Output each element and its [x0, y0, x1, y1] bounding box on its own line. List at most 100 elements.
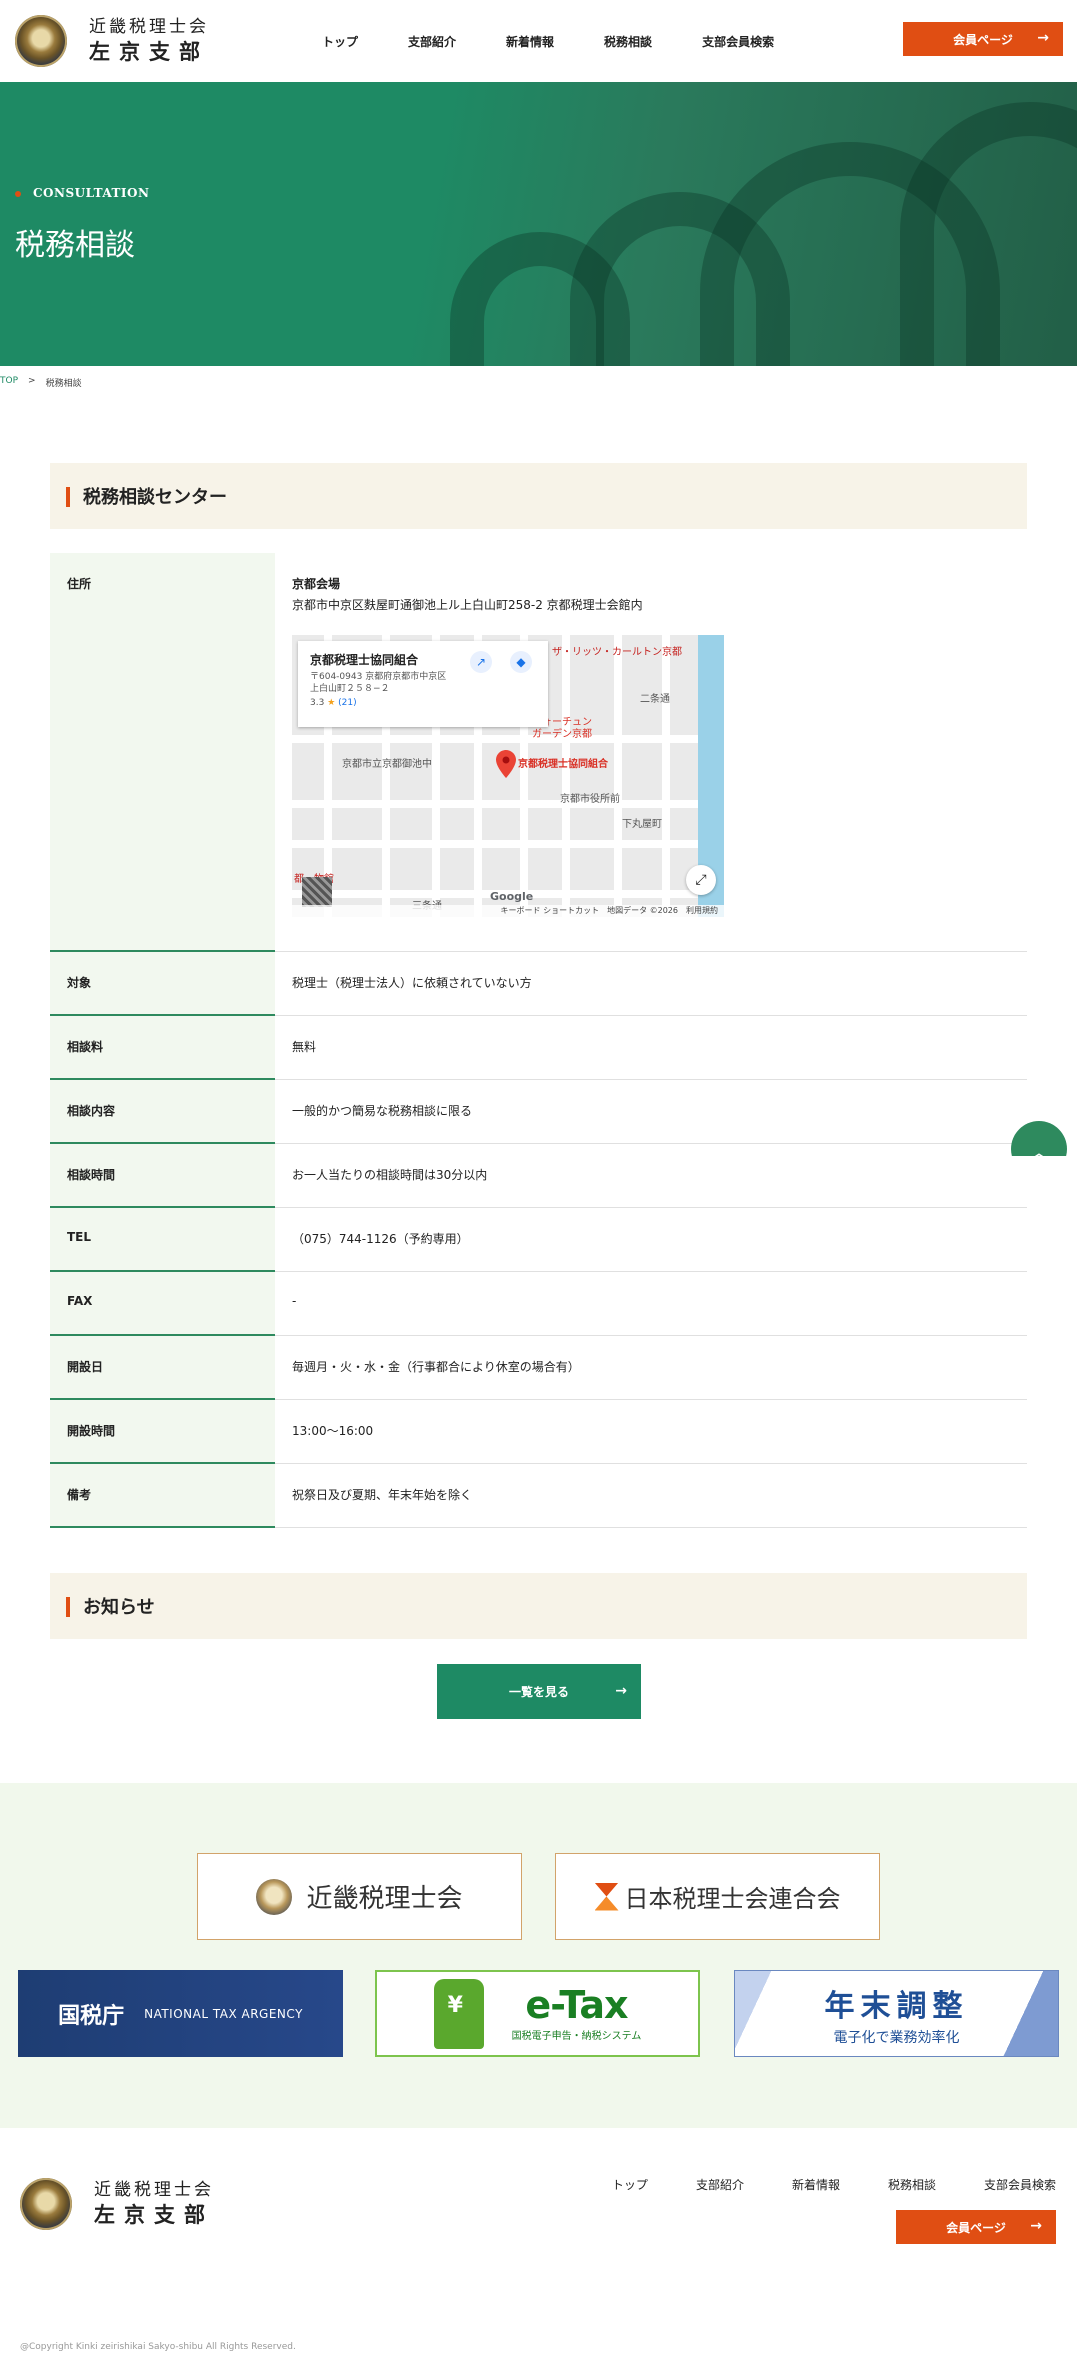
- banner-label: 国税庁: [58, 2003, 125, 2029]
- place-rating: 3.3 ★ (21): [310, 698, 357, 709]
- map-road: [292, 735, 724, 743]
- banner-nichizeiren[interactable]: 日本税理士会連合会: [555, 1853, 880, 1940]
- logo-line1: 近畿税理士会: [89, 17, 209, 38]
- footer-member-page-button[interactable]: 会員ページ →: [896, 2210, 1056, 2244]
- banner-nenmatsu-chosei[interactable]: 年末調整 電子化で業務効率化: [734, 1970, 1059, 2057]
- link-banners: 近畿税理士会 日本税理士会連合会 国税庁 NATIONAL TAX ARGENC…: [0, 1783, 1077, 2128]
- row-value: 税理士（税理士法人）に依頼されていない方: [275, 951, 1027, 1016]
- logo-line2: 左京支部: [89, 38, 209, 64]
- map-label: ガーデン京都: [532, 729, 592, 740]
- google-map[interactable]: ザ・リッツ・カールトン京都 二条通 フォーチュン ガーデン京都 京都市立京都御池…: [292, 635, 724, 917]
- page-hero: CONSULTATION 税務相談: [0, 82, 1077, 366]
- star-icon: ★: [327, 698, 336, 709]
- table-row: 相談時間 お一人当たりの相談時間は30分以内: [50, 1143, 1027, 1208]
- table-row: 住所 京都会場 京都市中京区麩屋町通御池上ル上白山町258-2 京都税理士会館内…: [50, 553, 1027, 952]
- breadcrumb-current: 税務相談: [45, 379, 82, 389]
- dot-icon: [15, 190, 21, 197]
- nav-consultation[interactable]: 税務相談: [604, 33, 652, 50]
- emblem-icon: [20, 2178, 72, 2230]
- emblem-icon: [15, 15, 67, 67]
- nav-news[interactable]: 新着情報: [506, 33, 554, 50]
- view-all-label: 一覧を見る: [508, 1685, 569, 1699]
- logo-text: 近畿税理士会 左京支部: [94, 2180, 214, 2228]
- map-place-card: 京都税理士協同組合 〒604-0943 京都府京都市中京区 上白山町２５８−２ …: [298, 641, 548, 727]
- member-page-label: 会員ページ: [953, 32, 1013, 47]
- map-road: [614, 635, 622, 917]
- map-footer[interactable]: キーボード ショートカット 地図データ ©2026 利用規約: [292, 905, 724, 917]
- footer-nav: トップ 支部紹介 新着情報 税務相談 支部会員検索: [564, 2176, 1056, 2193]
- place-address: 〒604-0943 京都府京都市中京区 上白山町２５８−２: [310, 672, 447, 695]
- nav-member-search[interactable]: 支部会員検索: [702, 33, 774, 50]
- map-label: 京都市立京都御池中: [342, 759, 432, 770]
- banner-kinki-zeirishikai[interactable]: 近畿税理士会: [197, 1853, 522, 1940]
- banner-etax[interactable]: e-Tax 国税電子申告・納税システム: [375, 1970, 700, 2057]
- row-value: -: [275, 1271, 1027, 1336]
- hero-subtitle: CONSULTATION: [15, 186, 149, 200]
- table-row: 対象 税理士（税理士法人）に依頼されていない方: [50, 951, 1027, 1016]
- row-label: 相談時間: [50, 1143, 275, 1208]
- banner-sublabel: 国税電子申告・納税システム: [511, 2030, 642, 2042]
- venue-name: 京都会場: [292, 577, 341, 591]
- footer-nav-member-search[interactable]: 支部会員検索: [984, 2176, 1056, 2193]
- breadcrumb-top[interactable]: TOP: [0, 376, 18, 389]
- member-page-label: 会員ページ: [946, 2220, 1006, 2235]
- banner-nta[interactable]: 国税庁 NATIONAL TAX ARGENCY: [18, 1970, 343, 2057]
- map-label: 二条通: [640, 694, 670, 705]
- row-value: 一般的かつ簡易な税務相談に限る: [275, 1079, 1027, 1144]
- table-row: 開設時間 13:00〜16:00: [50, 1399, 1027, 1464]
- map-label: 下丸屋町: [622, 819, 662, 830]
- arrow-right-icon: →: [1037, 30, 1049, 46]
- banner-sublabel: 電子化で業務効率化: [833, 2029, 960, 2046]
- map-road: [292, 840, 724, 848]
- nichizeiren-logo-icon: [594, 1882, 619, 1911]
- directions-icon[interactable]: ◆: [510, 651, 532, 673]
- place-name: 京都税理士協同組合: [310, 653, 419, 667]
- table-row: FAX -: [50, 1271, 1027, 1336]
- reviews-link[interactable]: (21): [338, 698, 356, 708]
- row-label: 開設日: [50, 1335, 275, 1400]
- site-logo[interactable]: 近畿税理士会 左京支部: [15, 15, 209, 67]
- row-label: TEL: [50, 1207, 275, 1272]
- map-pin-icon[interactable]: [496, 750, 516, 778]
- breadcrumb-separator: >: [28, 376, 36, 386]
- table-row: 備考 祝祭日及び夏期、年末年始を除く: [50, 1463, 1027, 1528]
- bridge-arch-decoration: [900, 102, 1077, 366]
- footer-logo[interactable]: 近畿税理士会 左京支部: [20, 2178, 214, 2230]
- member-page-button[interactable]: 会員ページ →: [903, 22, 1063, 56]
- banner-label: 日本税理士会連合会: [624, 1885, 841, 1913]
- row-value: 祝祭日及び夏期、年末年始を除く: [275, 1463, 1027, 1528]
- consultation-info-table: 住所 京都会場 京都市中京区麩屋町通御池上ル上白山町258-2 京都税理士会館内…: [50, 553, 1027, 1528]
- arrow-right-icon: →: [615, 1683, 627, 1699]
- footer-nav-consultation[interactable]: 税務相談: [888, 2176, 936, 2193]
- row-label: 備考: [50, 1463, 275, 1528]
- view-all-news-button[interactable]: 一覧を見る →: [437, 1664, 641, 1719]
- row-label: 相談料: [50, 1015, 275, 1080]
- footer-nav-about[interactable]: 支部紹介: [696, 2176, 744, 2193]
- row-label: 対象: [50, 951, 275, 1016]
- nav-top[interactable]: トップ: [322, 33, 358, 50]
- footer-nav-news[interactable]: 新着情報: [792, 2176, 840, 2193]
- nav-about[interactable]: 支部紹介: [408, 33, 456, 50]
- emblem-icon: [256, 1878, 293, 1915]
- page-title: 税務相談: [15, 228, 135, 263]
- etax-mascot-icon: [433, 1978, 484, 2049]
- map-label: ザ・リッツ・カールトン京都: [552, 647, 682, 658]
- map-road: [292, 800, 724, 808]
- row-label: FAX: [50, 1271, 275, 1336]
- global-nav: トップ 支部紹介 新着情報 税務相談 支部会員検索: [322, 0, 774, 82]
- copyright: @Copyright Kinki zeirishikai Sakyo-shibu…: [20, 2342, 296, 2352]
- fullscreen-icon[interactable]: ⤢: [686, 865, 716, 895]
- table-row: 相談料 無料: [50, 1015, 1027, 1080]
- banner-text: e-Tax 国税電子申告・納税システム: [512, 1986, 642, 2042]
- footer-nav-top[interactable]: トップ: [612, 2176, 648, 2193]
- table-row: 開設日 毎週月・火・水・金（行事都合により休室の場合有）: [50, 1335, 1027, 1400]
- row-value: （075）744-1126（予約専用）: [275, 1207, 1027, 1272]
- banner-label: 年末調整: [824, 1988, 969, 2024]
- table-row: TEL （075）744-1126（予約専用）: [50, 1207, 1027, 1272]
- arrow-right-icon: →: [1030, 2218, 1042, 2234]
- banner-label: 近畿税理士会: [306, 1884, 463, 1914]
- google-logo: Google: [490, 890, 534, 903]
- row-label: 相談内容: [50, 1079, 275, 1144]
- consultation-section-title: 税務相談センター: [50, 463, 1027, 529]
- open-in-maps-icon[interactable]: ↗: [470, 651, 492, 673]
